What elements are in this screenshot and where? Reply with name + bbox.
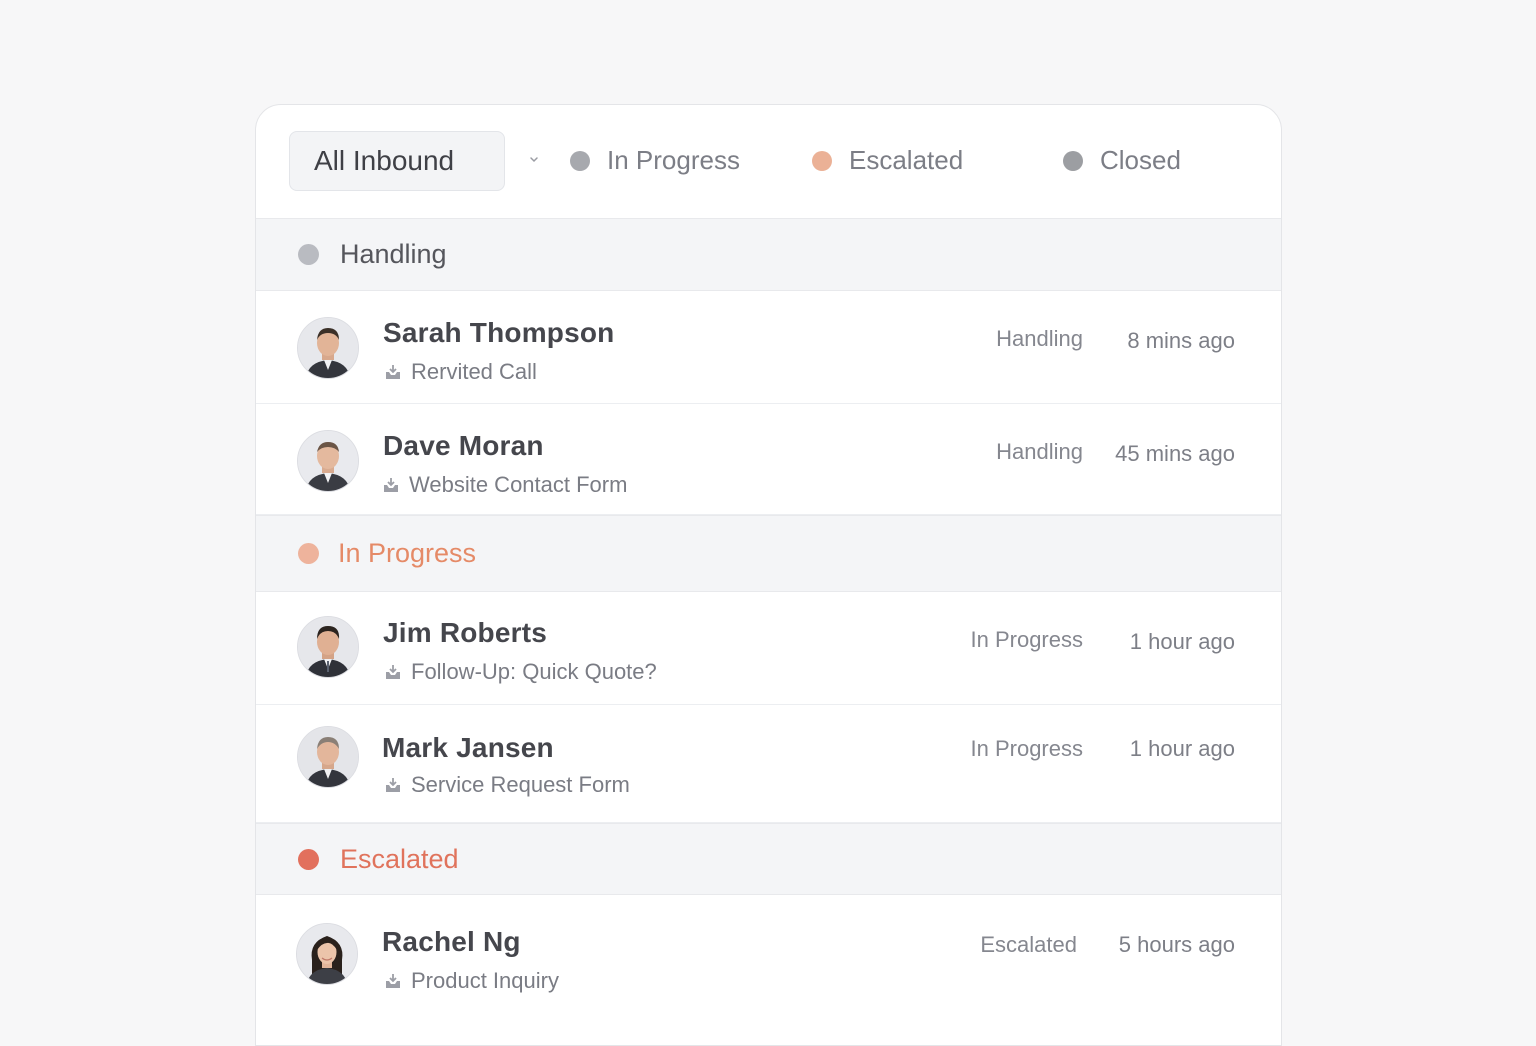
status-dot-icon (298, 244, 319, 265)
avatar (297, 430, 359, 492)
contact-name[interactable]: Mark Jansen (382, 732, 554, 764)
inbox-tray-icon (386, 365, 400, 379)
list-item[interactable]: Sarah Thompson Rervited Call Handling 8 … (256, 291, 1281, 404)
status-label: In Progress (970, 627, 1084, 652)
contact-name[interactable]: Dave Moran (383, 430, 544, 462)
section-header-escalated[interactable]: Escalated (256, 823, 1281, 895)
contact-source-label: Website Contact Form (409, 472, 628, 497)
contact-source: Service Request Form (384, 772, 630, 798)
filter-closed[interactable]: Closed (1063, 145, 1181, 176)
avatar (296, 923, 358, 985)
contact-source: Follow-Up: Quick Quote? (384, 659, 657, 685)
timestamp: 5 hours ago (1118, 932, 1235, 957)
section-header-handling[interactable]: Handling (256, 218, 1281, 291)
view-select-label: All Inbound (314, 145, 455, 176)
status-label: In Progress (970, 736, 1084, 761)
view-select[interactable]: All Inbound (289, 131, 505, 191)
list-item[interactable]: Rachel Ng Product Inquiry Escalated 5 ho… (256, 895, 1281, 1045)
list-item[interactable]: Mark Jansen Service Request Form In Prog… (256, 705, 1281, 823)
chevron-down-icon[interactable] (528, 153, 540, 165)
contact-name[interactable]: Jim Roberts (383, 617, 547, 649)
status-dot-icon (812, 150, 832, 171)
contact-name[interactable]: Sarah Thompson (383, 317, 615, 349)
avatar (297, 726, 359, 788)
avatar (297, 616, 359, 678)
status-dot-icon (1063, 150, 1083, 171)
status-dot-icon (298, 543, 319, 564)
avatar (297, 317, 359, 379)
contact-source-label: Rervited Call (411, 359, 537, 384)
timestamp: 1 hour ago (1129, 736, 1235, 761)
inbound-panel: All Inbound In Progress Escalated Closed… (255, 104, 1282, 1046)
contact-source-label: Product Inquiry (411, 968, 559, 993)
filter-bar: All Inbound In Progress Escalated Closed (256, 105, 1281, 219)
contact-source: Product Inquiry (384, 968, 559, 994)
contact-source-label: Service Request Form (411, 772, 630, 797)
section-header-in-progress[interactable]: In Progress (256, 515, 1281, 592)
section-label: Handling (340, 239, 447, 269)
section-label: In Progress (338, 538, 477, 568)
contact-source: Website Contact Form (382, 472, 627, 498)
inbox-tray-icon (384, 478, 398, 492)
section-label: Escalated (340, 843, 459, 874)
list-item[interactable]: Jim Roberts Follow-Up: Quick Quote? In P… (256, 592, 1281, 705)
timestamp: 45 mins ago (1115, 441, 1235, 466)
inbox-tray-icon (386, 974, 400, 988)
timestamp: 1 hour ago (1129, 629, 1235, 654)
status-dot-icon (298, 848, 319, 870)
filter-label: Escalated (849, 145, 964, 175)
inbox-tray-icon (386, 778, 400, 792)
filter-in-progress[interactable]: In Progress (570, 145, 740, 176)
inbox-tray-icon (386, 665, 400, 679)
contact-source-label: Follow-Up: Quick Quote? (411, 659, 657, 684)
contact-source: Rervited Call (384, 359, 537, 385)
contact-name[interactable]: Rachel Ng (382, 926, 521, 958)
status-label: Handling (996, 439, 1083, 464)
status-label: Handling (996, 326, 1083, 351)
filter-label: In Progress (607, 145, 740, 175)
filter-label: Closed (1100, 145, 1181, 175)
status-dot-icon (570, 150, 590, 171)
list-item[interactable]: Dave Moran Website Contact Form Handling… (256, 404, 1281, 515)
status-label: Escalated (980, 932, 1077, 957)
timestamp: 8 mins ago (1127, 328, 1235, 353)
filter-escalated[interactable]: Escalated (812, 145, 963, 176)
